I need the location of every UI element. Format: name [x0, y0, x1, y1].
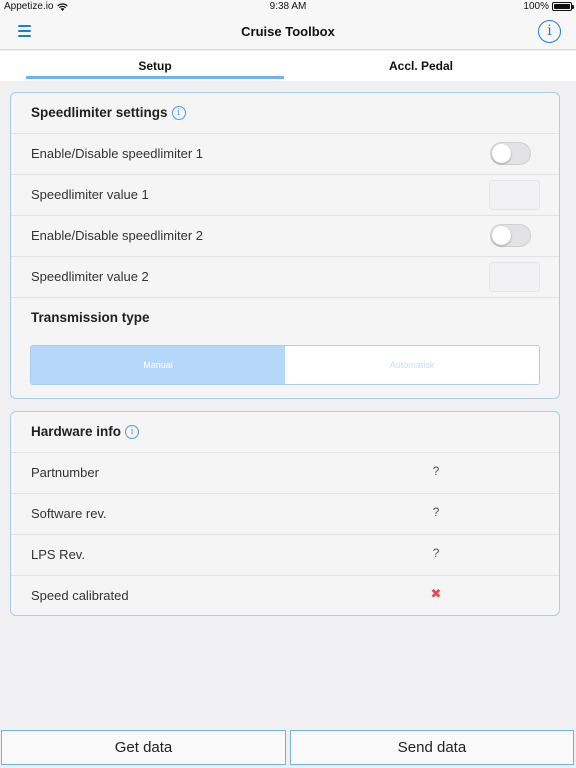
speed-calibrated-x-icon: ✖ [430, 586, 442, 601]
status-time: 9:38 AM [269, 1, 307, 12]
battery-percent: 100% [523, 1, 549, 12]
speed-calibrated-row: Speed calibrated ✖ [11, 576, 559, 617]
speedlimiter-settings-card: Speedlimiter settings i Enable/Disable s… [10, 92, 560, 399]
speedlimiter-value-2-row: Speedlimiter value 2 [11, 257, 559, 298]
status-right: 100% [523, 1, 574, 12]
enable-speedlimiter-2-row: Enable/Disable speedlimiter 2 [11, 216, 559, 257]
speedlimiter-header: Speedlimiter settings i [31, 105, 186, 120]
transmission-type-title: Transmission type [31, 310, 150, 325]
speedlimiter-value-1-row: Speedlimiter value 1 [11, 175, 559, 216]
enable-speedlimiter-1-toggle[interactable] [490, 142, 531, 165]
enable-speedlimiter-2-label: Enable/Disable speedlimiter 2 [31, 228, 203, 243]
battery-icon [552, 2, 574, 11]
enable-speedlimiter-2-toggle[interactable] [490, 224, 531, 247]
software-rev-row: Software rev. ? [11, 494, 559, 535]
software-rev-value: ? [432, 505, 440, 519]
status-bar: Appetize.io 9:38 AM 100% [0, 0, 576, 14]
hardware-header: Hardware info i [31, 424, 140, 439]
transmission-manual-segment[interactable]: Manual [31, 346, 285, 384]
get-data-button[interactable]: Get data [1, 730, 286, 765]
hardware-title: Hardware info [31, 424, 122, 439]
transmission-type-row: Transmission type [11, 298, 559, 339]
speedlimiter-header-row: Speedlimiter settings i [11, 93, 559, 134]
tab-accl-pedal[interactable]: Accl. Pedal [292, 51, 550, 81]
speedlimiter-value-2-label: Speedlimiter value 2 [31, 269, 149, 284]
hardware-info-icon[interactable]: i [125, 424, 140, 439]
partnumber-label: Partnumber [31, 465, 99, 480]
navigation-bar: Cruise Toolbox i [0, 14, 576, 50]
partnumber-row: Partnumber ? [11, 453, 559, 494]
transmission-type-segmented-control: Manual Automatisk [30, 345, 540, 385]
transmission-automatisk-segment[interactable]: Automatisk [285, 346, 539, 384]
partnumber-value: ? [432, 464, 440, 478]
enable-speedlimiter-1-row: Enable/Disable speedlimiter 1 [11, 134, 559, 175]
software-rev-label: Software rev. [31, 506, 107, 521]
speedlimiter-value-2-input[interactable] [489, 262, 540, 292]
speedlimiter-value-1-label: Speedlimiter value 1 [31, 187, 149, 202]
page-title: Cruise Toolbox [241, 24, 335, 39]
hardware-info-card: Hardware info i Partnumber ? Software re… [10, 411, 560, 616]
speedlimiter-title: Speedlimiter settings [31, 105, 168, 120]
lps-rev-value: ? [432, 546, 440, 560]
active-tab-indicator [26, 76, 284, 79]
lps-rev-row: LPS Rev. ? [11, 535, 559, 576]
speedlimiter-info-icon[interactable]: i [171, 105, 186, 120]
info-icon[interactable]: i [538, 20, 561, 43]
hardware-header-row: Hardware info i [11, 412, 559, 453]
lps-rev-label: LPS Rev. [31, 547, 85, 562]
speed-calibrated-label: Speed calibrated [31, 588, 129, 603]
enable-speedlimiter-1-label: Enable/Disable speedlimiter 1 [31, 146, 203, 161]
send-data-button[interactable]: Send data [290, 730, 574, 765]
speedlimiter-value-1-input[interactable] [489, 180, 540, 210]
